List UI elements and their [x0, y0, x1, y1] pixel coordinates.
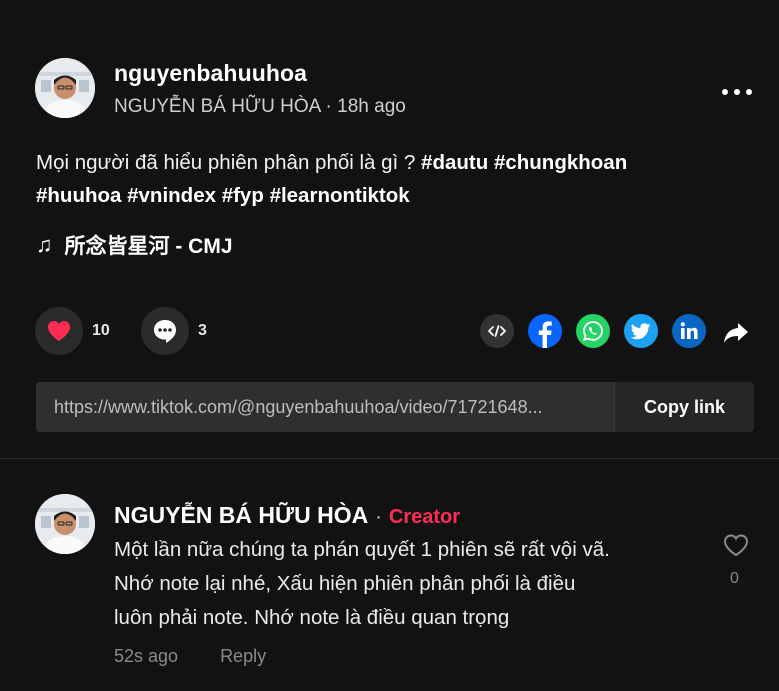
- avatar-photo: [35, 494, 95, 554]
- comment-header: NGUYỄN BÁ HỮU HÒA · Creator: [114, 502, 460, 529]
- comment-like-heart-icon[interactable]: [722, 532, 750, 558]
- comment-time: 52s ago: [114, 646, 179, 666]
- facebook-icon[interactable]: [528, 314, 562, 348]
- post-username[interactable]: nguyenbahuuhoa: [114, 60, 307, 87]
- post-display-name[interactable]: NGUYỄN BÁ HỮU HÒA: [114, 96, 320, 117]
- comment-text: Một lần nữa chúng ta phán quyết 1 phiên …: [114, 533, 704, 635]
- comment-like-count: 0: [730, 570, 739, 587]
- author-avatar[interactable]: [35, 58, 95, 118]
- comment-bubble-icon: [154, 320, 176, 343]
- music-title: 所念皆星河 - CMJ: [64, 235, 233, 258]
- music-link[interactable]: ♫ 所念皆星河 - CMJ: [36, 230, 233, 260]
- more-dots-icon[interactable]: [720, 84, 754, 95]
- subline-separator: ·: [320, 96, 338, 117]
- comment-count: 3: [198, 322, 207, 339]
- video-link-url[interactable]: https://www.tiktok.com/@nguyenbahuuhoa/v…: [36, 397, 614, 418]
- post-caption: Mọi người đã hiểu phiên phân phối là gì …: [36, 146, 756, 212]
- comment-button[interactable]: [141, 307, 189, 355]
- hashtag[interactable]: #chungkhoan: [494, 151, 627, 174]
- commenter-avatar[interactable]: [35, 494, 95, 554]
- comment-line: luôn phải note. Nhớ note là điều quan tr…: [114, 606, 510, 629]
- comment-dot: ·: [375, 506, 382, 528]
- twitter-icon[interactable]: [624, 314, 658, 348]
- comment-author[interactable]: NGUYỄN BÁ HỮU HÒA: [114, 502, 368, 529]
- embed-icon[interactable]: [480, 314, 514, 348]
- whatsapp-icon[interactable]: [576, 314, 610, 348]
- reply-button[interactable]: Reply: [220, 646, 266, 667]
- avatar-photo: [35, 58, 95, 118]
- comment-line: Một lần nữa chúng ta phán quyết 1 phiên …: [114, 538, 610, 561]
- heart-icon: [48, 321, 70, 341]
- section-divider: [0, 458, 779, 459]
- share-arrow-icon[interactable]: [722, 318, 750, 346]
- hashtag[interactable]: #vnindex: [127, 184, 216, 207]
- hashtag[interactable]: #learnontiktok: [270, 184, 410, 207]
- caption-line-1: Mọi người đã hiểu phiên phân phối là gì …: [36, 146, 756, 179]
- caption-line-2: #huuhoa #vnindex #fyp #learnontiktok: [36, 179, 756, 212]
- comment-meta: 52s ago Reply: [114, 646, 266, 667]
- creator-badge: Creator: [388, 506, 461, 528]
- caption-text: Mọi người đã hiểu phiên phân phối là gì …: [36, 151, 422, 174]
- comment-line: Nhớ note lại nhé, Xấu hiện phiên phân ph…: [114, 572, 576, 595]
- like-count: 10: [92, 322, 110, 339]
- copy-link-button[interactable]: Copy link: [614, 382, 754, 432]
- post-time: 18h ago: [337, 96, 406, 117]
- post-subline: NGUYỄN BÁ HỮU HÒA · 18h ago: [114, 96, 406, 118]
- share-link-box: https://www.tiktok.com/@nguyenbahuuhoa/v…: [36, 382, 754, 432]
- linkedin-icon[interactable]: [672, 314, 706, 348]
- like-button[interactable]: [35, 307, 83, 355]
- hashtag[interactable]: #huuhoa: [36, 184, 121, 207]
- hashtag[interactable]: #dautu: [421, 151, 488, 174]
- music-note-icon: ♫: [36, 232, 53, 257]
- hashtag[interactable]: #fyp: [222, 184, 264, 207]
